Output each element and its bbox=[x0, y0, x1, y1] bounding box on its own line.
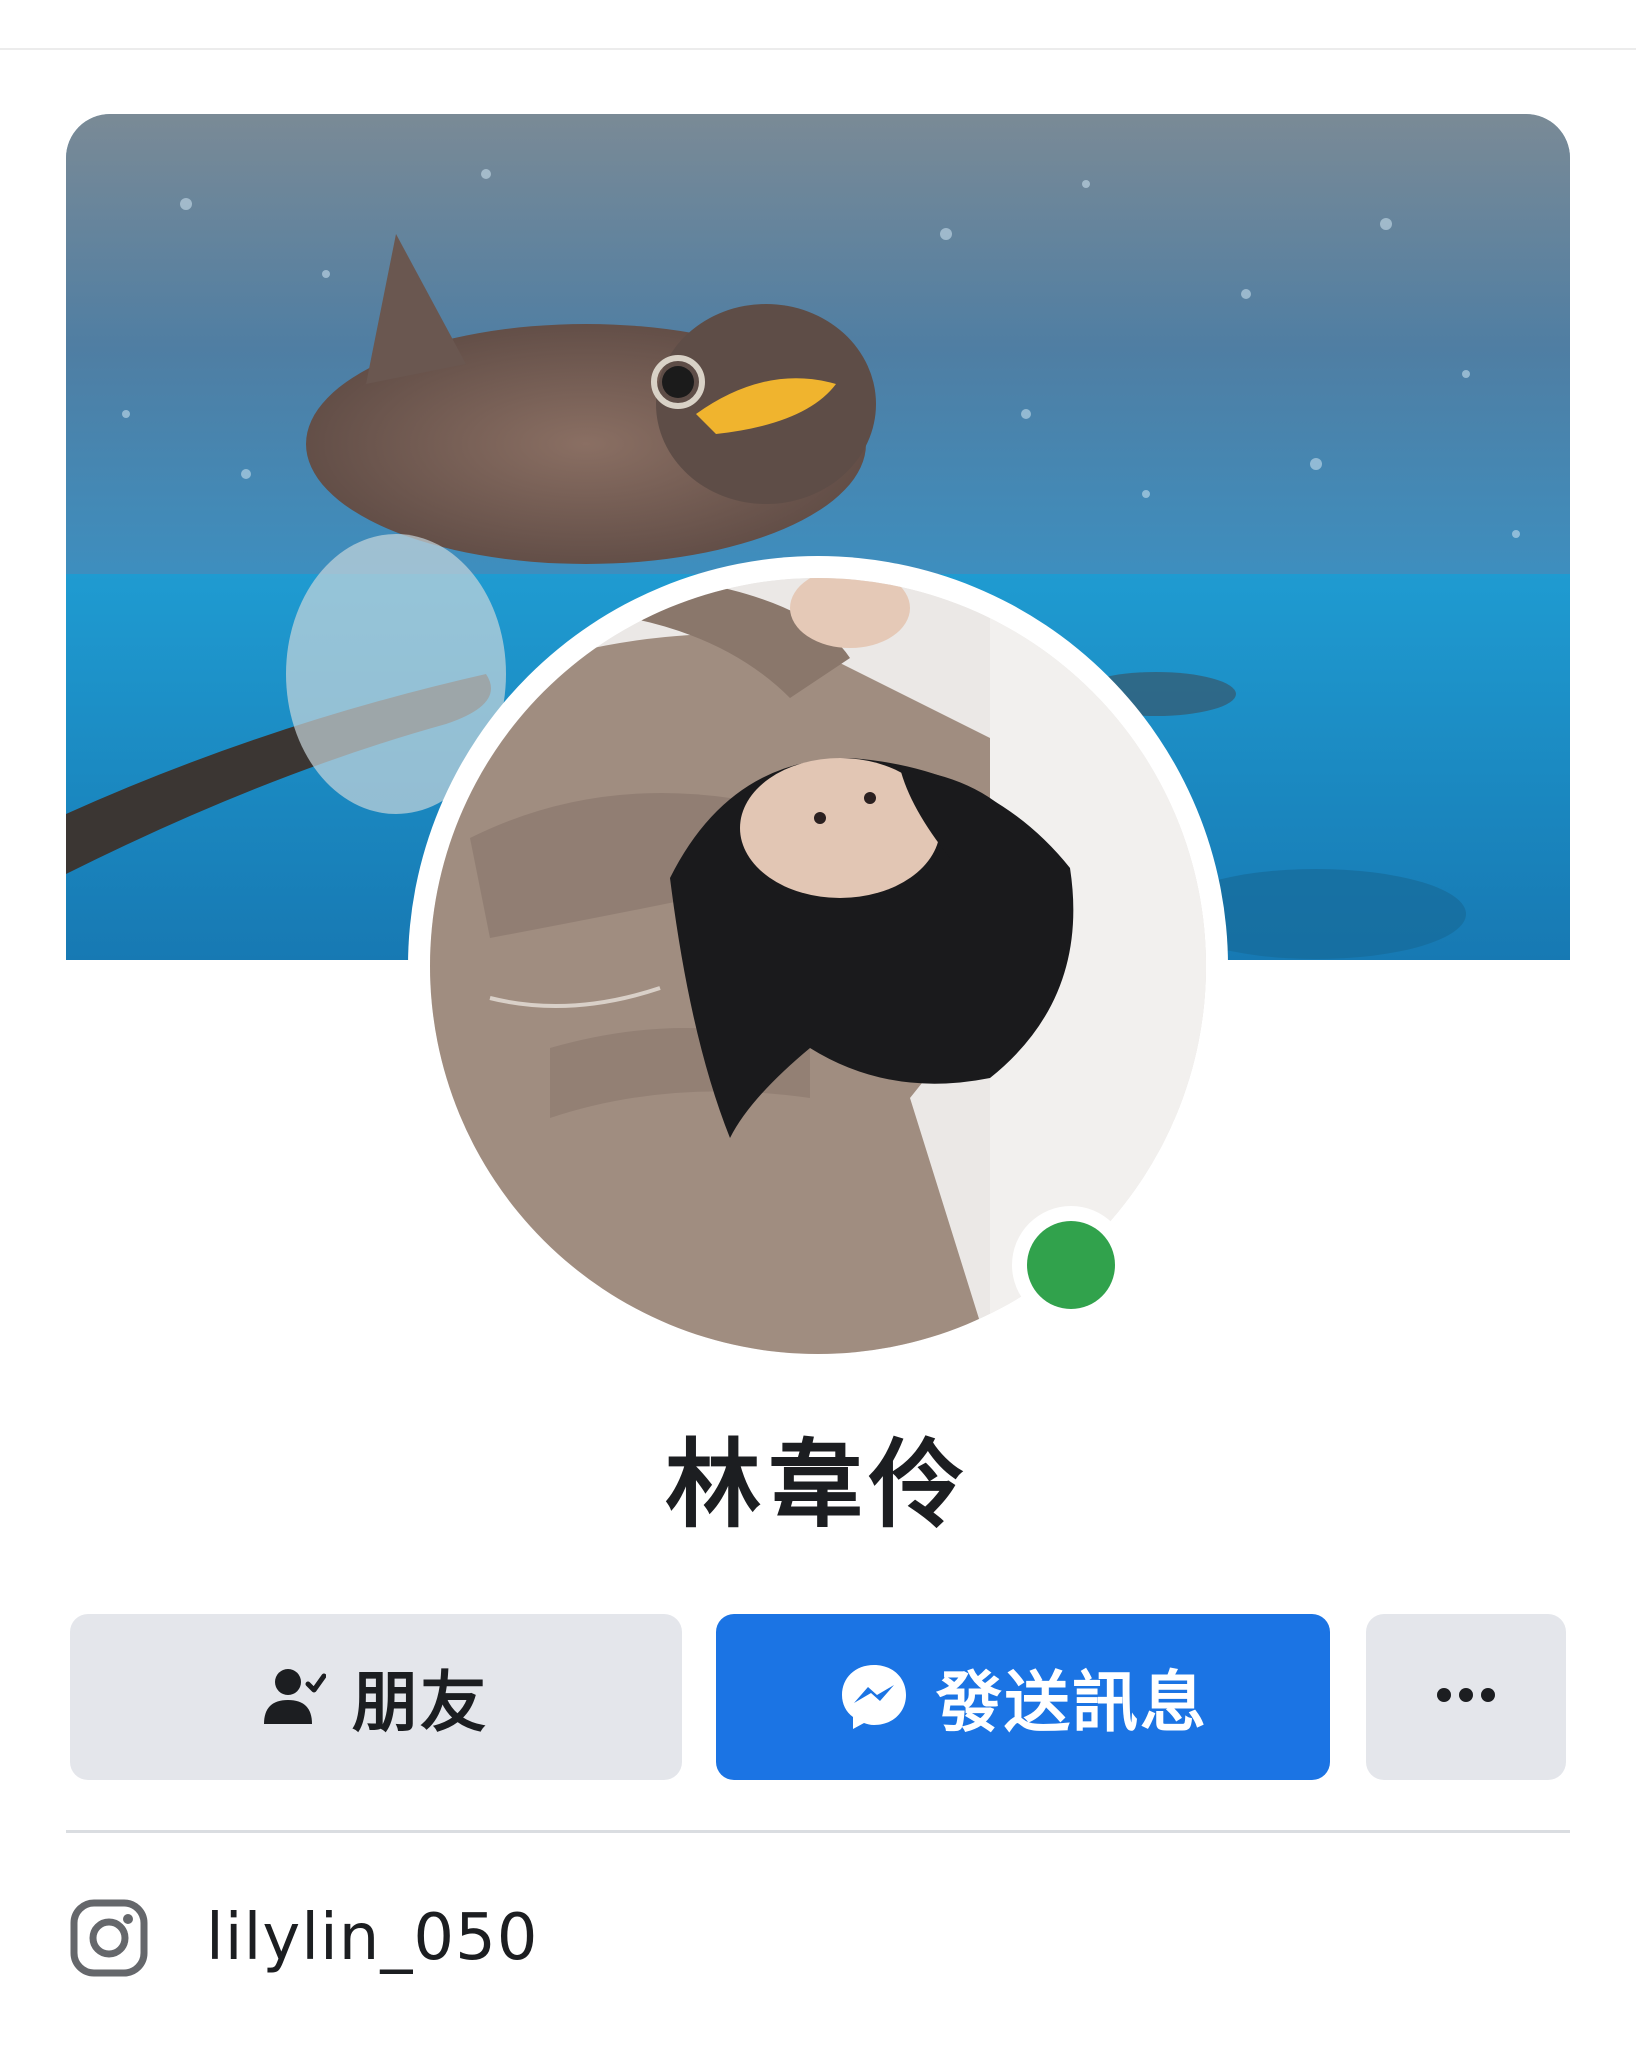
more-options-button[interactable] bbox=[1366, 1614, 1566, 1780]
ellipsis-icon bbox=[1436, 1687, 1496, 1707]
instagram-handle: lilylin_050 bbox=[206, 1901, 539, 1975]
top-divider bbox=[0, 48, 1636, 50]
online-status-dot bbox=[1027, 1221, 1115, 1309]
friends-button[interactable]: 朋友 bbox=[70, 1614, 682, 1780]
send-message-label: 發送訊息 bbox=[936, 1664, 1208, 1741]
friends-button-label: 朋友 bbox=[352, 1664, 488, 1741]
instagram-icon bbox=[70, 1899, 148, 1977]
section-divider bbox=[66, 1830, 1570, 1833]
profile-name: 林韋伶 bbox=[665, 1429, 971, 1541]
instagram-link[interactable]: lilylin_050 bbox=[70, 1890, 539, 1986]
friend-check-icon bbox=[264, 1666, 326, 1728]
send-message-button[interactable]: 發送訊息 bbox=[716, 1614, 1330, 1780]
messenger-icon bbox=[838, 1661, 910, 1733]
